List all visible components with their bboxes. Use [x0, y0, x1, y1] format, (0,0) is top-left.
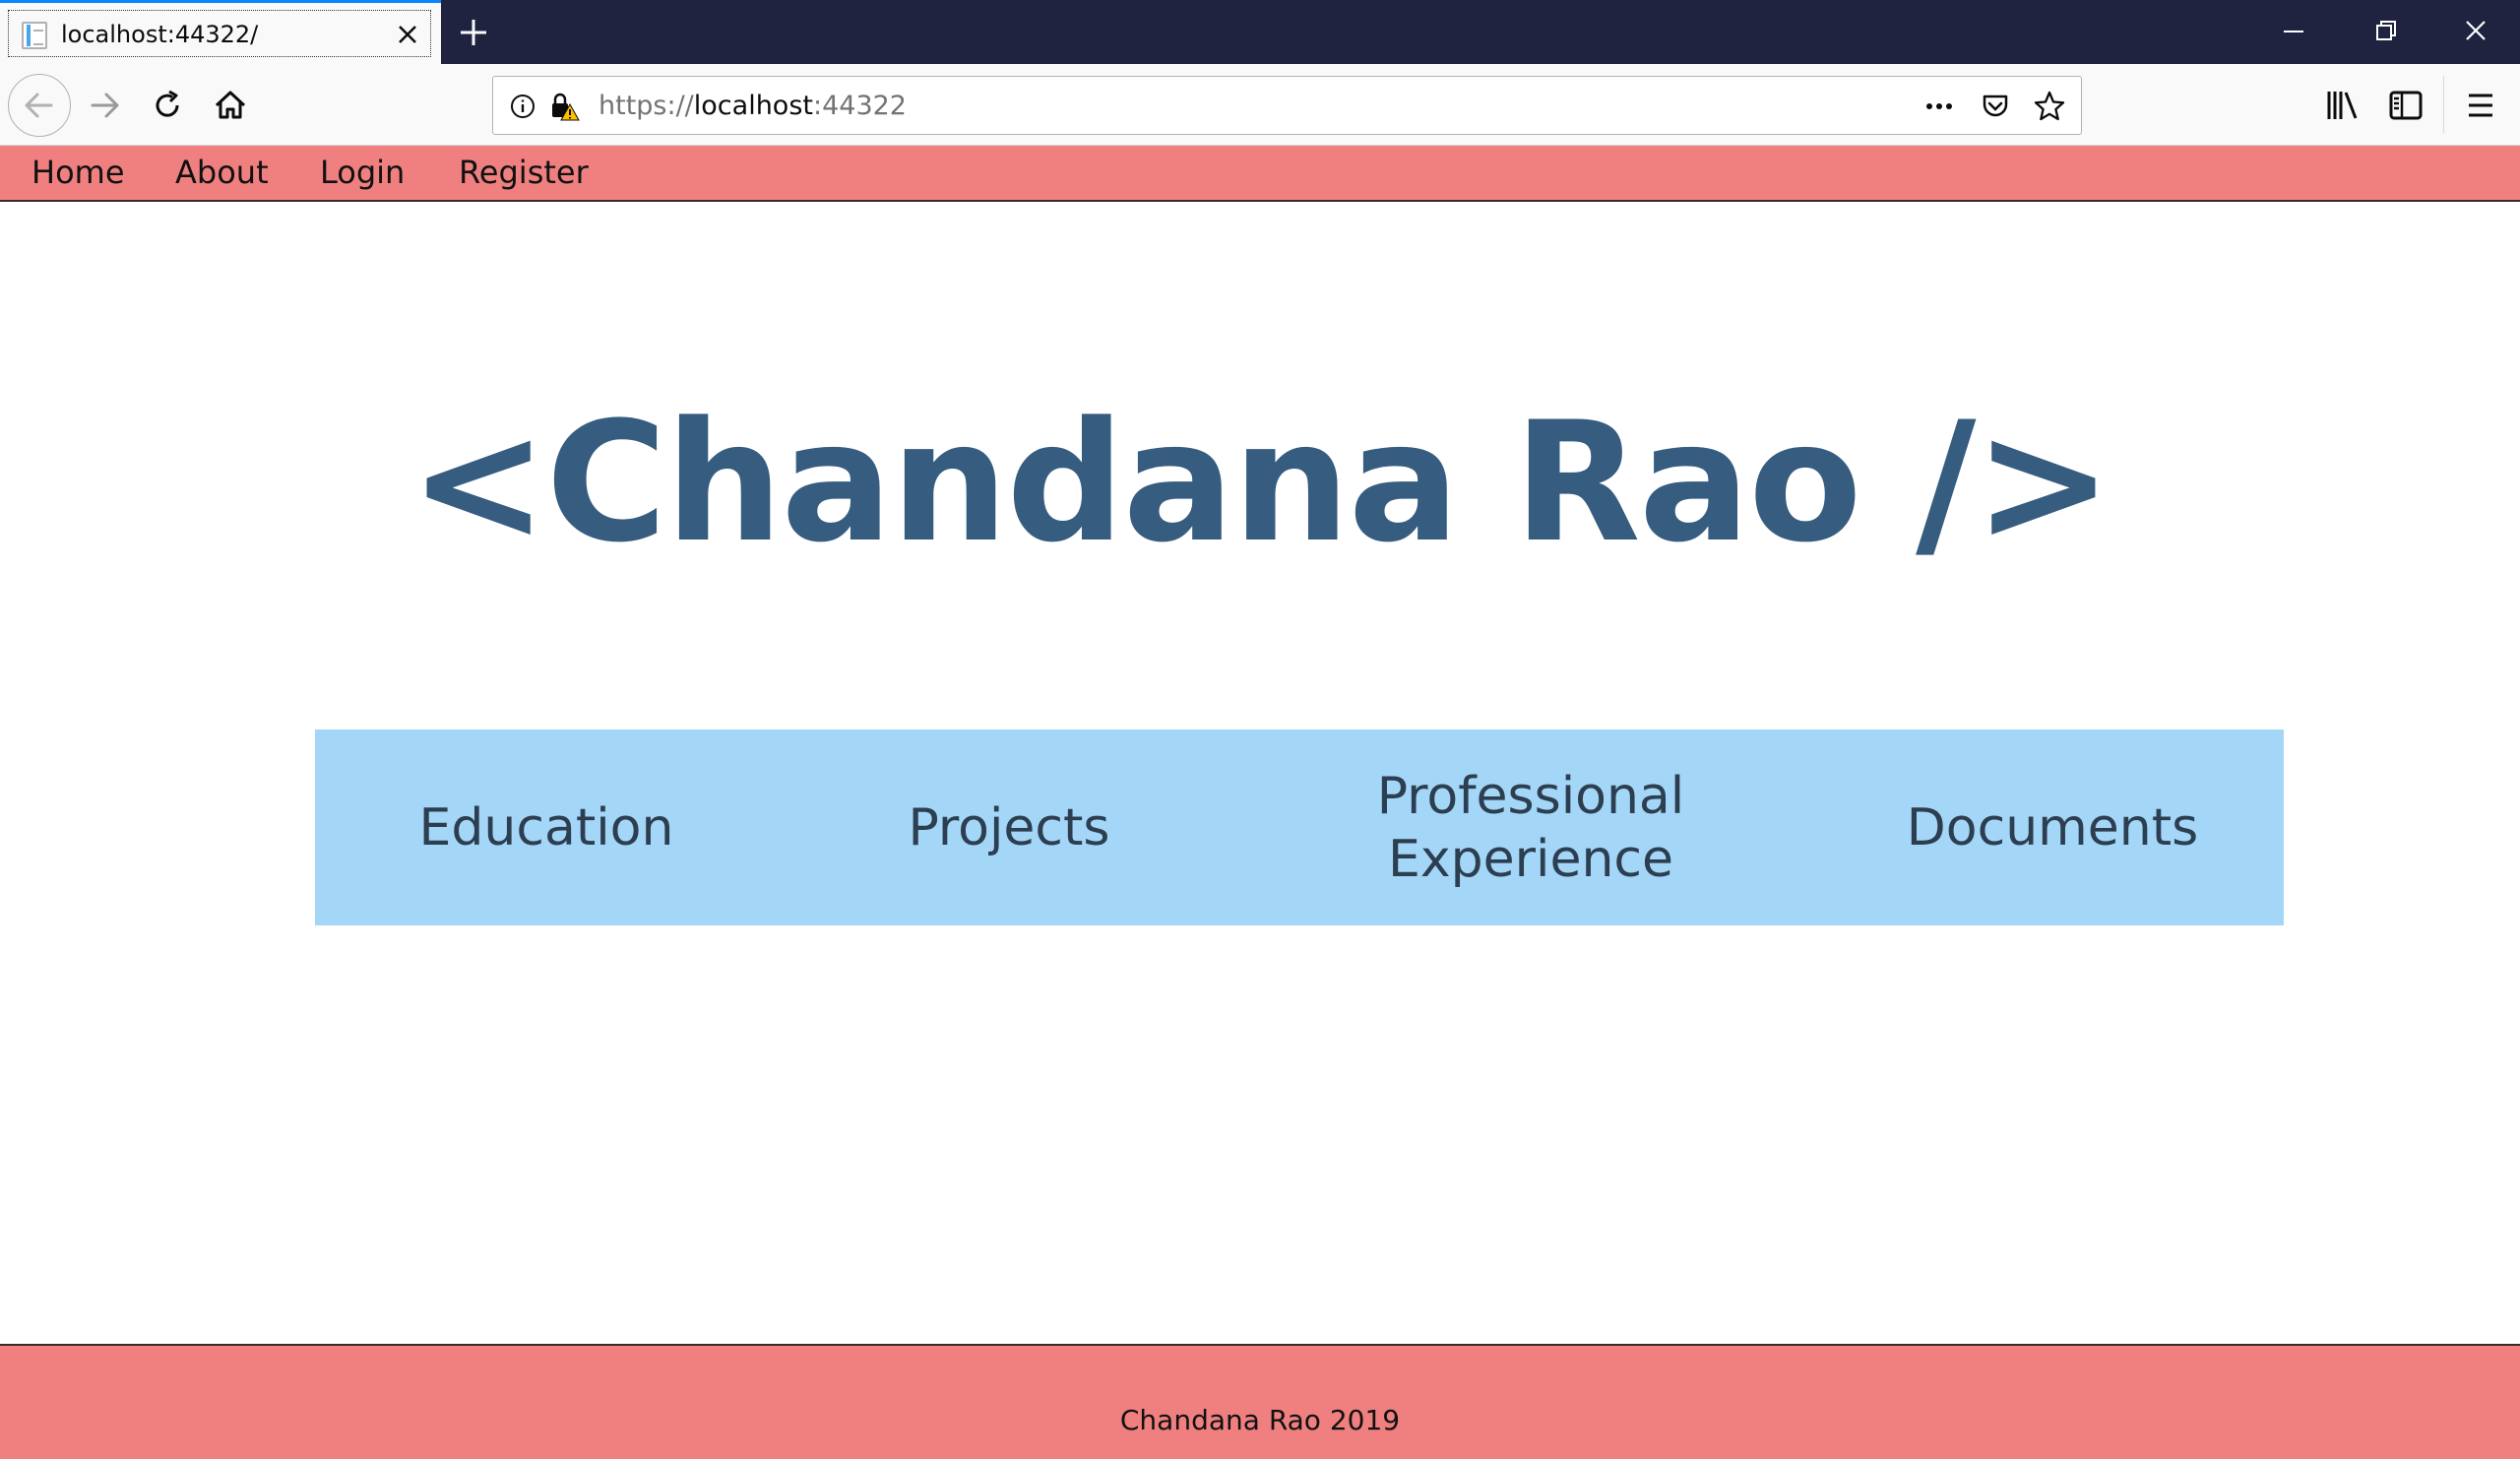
url-port: :44322 [812, 91, 907, 121]
url-scheme: https:// [598, 91, 694, 121]
url-host: localhost [693, 91, 813, 121]
browser-tab[interactable]: localhost:44322/ [0, 0, 441, 64]
card-education[interactable]: Education [315, 730, 778, 925]
home-icon[interactable] [209, 84, 252, 127]
site-navbar: Home About Login Register [0, 146, 2520, 202]
tab-title: localhost:44322/ [61, 21, 259, 48]
footer-text: Chandana Rao 2019 [1119, 1404, 1401, 1436]
insecure-lock-icon[interactable] [548, 91, 580, 122]
hero-title: <Chandana Rao /> [409, 386, 2112, 579]
close-window-icon[interactable] [2455, 14, 2494, 49]
url-text[interactable]: https://localhost:44322 [598, 91, 907, 121]
url-bar[interactable]: https://localhost:44322 [492, 76, 2082, 135]
close-tab-icon[interactable] [392, 19, 423, 50]
nav-link-login[interactable]: Login [320, 154, 405, 191]
hamburger-menu-icon[interactable] [2459, 84, 2502, 127]
nav-link-about[interactable]: About [175, 154, 269, 191]
nav-link-register[interactable]: Register [459, 154, 589, 191]
sidebar-icon[interactable] [2384, 84, 2427, 127]
back-arrow-icon[interactable] [18, 84, 61, 127]
card-documents[interactable]: Documents [1821, 730, 2284, 925]
info-icon[interactable] [509, 93, 536, 120]
card-projects[interactable]: Projects [778, 730, 1240, 925]
reload-icon[interactable] [146, 84, 189, 127]
restore-window-icon[interactable] [2364, 14, 2404, 49]
page-actions-icon[interactable] [1922, 93, 1956, 120]
bookmark-star-icon[interactable] [2033, 90, 2066, 123]
library-icon[interactable] [2321, 84, 2364, 127]
page-favicon-icon [22, 22, 47, 49]
section-links: Education Projects Professional Experien… [315, 730, 2284, 925]
toolbar-divider [2443, 76, 2444, 133]
card-professional-experience[interactable]: Professional Experience [1240, 730, 1821, 925]
nav-link-home[interactable]: Home [32, 154, 125, 191]
pocket-icon[interactable] [1980, 91, 2011, 122]
minimize-window-icon[interactable] [2274, 14, 2313, 49]
browser-tabbar: localhost:44322/ [0, 0, 2520, 64]
browser-navbar: https://localhost:44322 [0, 64, 2520, 146]
new-tab-icon[interactable] [455, 14, 492, 51]
site-footer: Chandana Rao 2019 [0, 1344, 2520, 1459]
forward-arrow-icon[interactable] [83, 84, 126, 127]
